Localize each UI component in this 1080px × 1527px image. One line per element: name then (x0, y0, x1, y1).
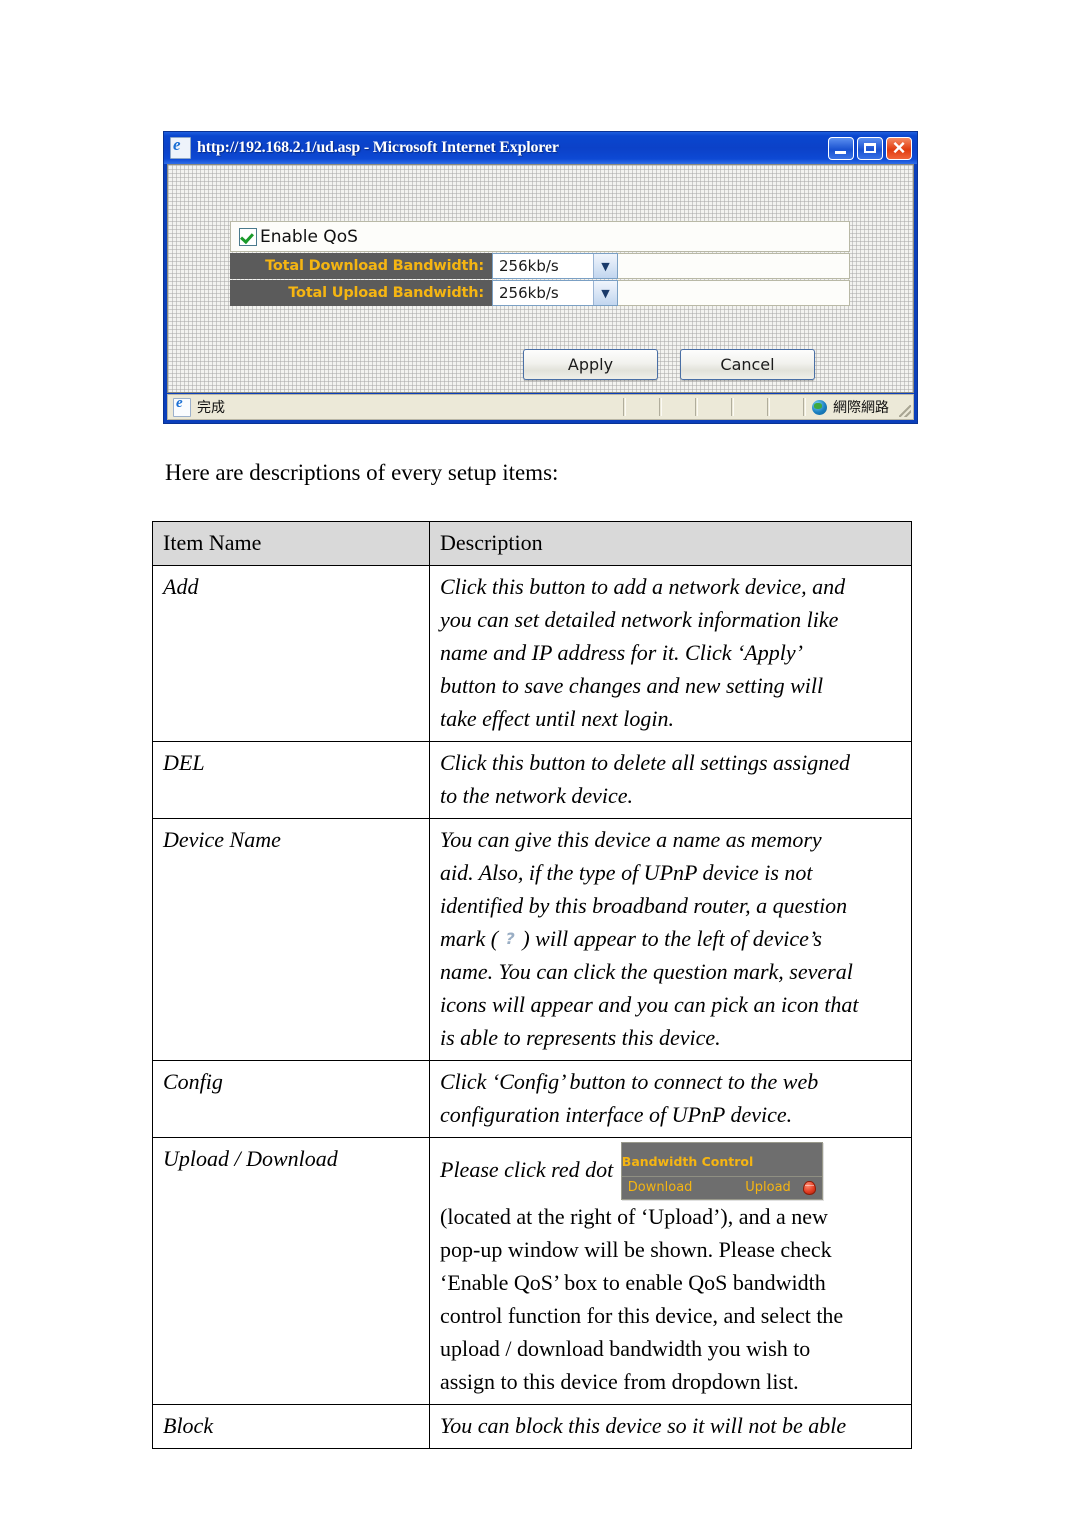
item-name-cell: Block (152, 1404, 430, 1449)
intro-paragraph: Here are descriptions of every setup ite… (165, 460, 559, 485)
desc-line: Click this button to delete all settings… (440, 750, 851, 775)
setup-items-table: Item Name Description Add Click this but… (152, 521, 912, 1449)
column-header-item-name: Item Name (152, 521, 430, 566)
close-button[interactable] (886, 134, 912, 162)
maximize-button[interactable] (857, 136, 883, 160)
desc-line: to the network device. (440, 783, 634, 808)
desc-line: you can set detailed network information… (440, 607, 839, 632)
desc-line: name and IP address for it. Click ‘Apply… (440, 640, 803, 665)
upload-row-filler (618, 280, 850, 306)
total-download-bandwidth-value: 256kb/s (499, 257, 559, 275)
desc-line: You can give this device a name as memor… (440, 827, 822, 852)
desc-line: button to save changes and new setting w… (440, 673, 824, 698)
item-name-cell: Upload / Download (152, 1137, 430, 1405)
description-cell: Click ‘Config’ button to connect to the … (429, 1060, 912, 1138)
desc-line: identified by this broadband router, a q… (440, 893, 848, 918)
question-mark-icon[interactable]: ? (504, 922, 517, 955)
table-row: Block You can block this device so it wi… (152, 1404, 912, 1449)
ie-page-icon (173, 395, 191, 417)
total-download-bandwidth-label: Total Download Bandwidth: (230, 253, 492, 279)
desc-line: Click this button to add a network devic… (440, 574, 846, 599)
window-titlebar[interactable]: http://192.168.2.1/ud.asp - Microsoft In… (164, 132, 917, 164)
table-row: Add Click this button to add a network d… (152, 565, 912, 742)
item-name-cell: DEL (152, 741, 430, 819)
bandwidth-control-widget[interactable]: Bandwidth Control Download Upload (620, 1142, 823, 1200)
item-name-cell: Config (152, 1060, 430, 1138)
chevron-down-icon[interactable]: ▼ (593, 281, 617, 305)
total-upload-bandwidth-select[interactable]: 256kb/s ▼ (492, 280, 618, 306)
desc-line: take effect until next login. (440, 706, 674, 731)
cancel-button[interactable]: Cancel (680, 349, 815, 380)
statusbar-divider (767, 398, 770, 416)
desc-line: ‘Enable QoS’ box to enable QoS bandwidth (440, 1270, 826, 1295)
red-dot-icon[interactable] (802, 1180, 816, 1195)
minimize-button[interactable] (828, 136, 854, 160)
desc-line: (located at the right of ‘Upload’), and … (440, 1204, 828, 1229)
window-controls (828, 134, 914, 162)
total-download-bandwidth-select[interactable]: 256kb/s ▼ (492, 253, 618, 279)
description-cell: Click this button to delete all settings… (429, 741, 912, 819)
resize-grip[interactable] (895, 395, 913, 419)
description-cell: You can block this device so it will not… (429, 1404, 912, 1449)
desc-line: upload / download bandwidth you wish to (440, 1336, 811, 1361)
bandwidth-control-title: Bandwidth Control (621, 1154, 754, 1169)
bandwidth-control-body: Download Upload (621, 1176, 822, 1199)
table-row: Config Click ‘Config’ button to connect … (152, 1060, 912, 1138)
total-upload-bandwidth-value: 256kb/s (499, 284, 559, 302)
description-cell: You can give this device a name as memor… (429, 818, 912, 1061)
upload-link[interactable]: Upload (745, 1180, 791, 1195)
desc-lead-text: Please click red dot (440, 1157, 614, 1182)
statusbar-zone[interactable]: 網際網路 (806, 397, 895, 417)
desc-line: is able to represents this device. (440, 1025, 721, 1050)
form-actions: Apply Cancel (523, 349, 815, 380)
desc-line-with-qmark: mark ( ? ) will appear to the left of de… (440, 926, 822, 951)
description-cell: Please click red dot Bandwidth Control D… (429, 1137, 912, 1405)
desc-line: assign to this device from dropdown list… (440, 1369, 799, 1394)
desc-line: aid. Also, if the type of UPnP device is… (440, 860, 813, 885)
ie-page-icon (170, 135, 191, 159)
desc-line: icons will appear and you can pick an ic… (440, 992, 859, 1017)
item-name-cell: Add (152, 565, 430, 742)
chevron-down-icon[interactable]: ▼ (593, 254, 617, 278)
enable-qos-checkbox[interactable] (239, 227, 257, 246)
column-header-description: Description (429, 521, 912, 566)
browser-content-area: Enable QoS Total Download Bandwidth: 256… (167, 164, 914, 393)
table-header-row: Item Name Description (152, 521, 912, 566)
desc-line: Click ‘Config’ button to connect to the … (440, 1069, 819, 1094)
desc-text-before-qmark: mark ( (440, 926, 504, 951)
statusbar-divider (731, 398, 734, 416)
window-title: http://192.168.2.1/ud.asp - Microsoft In… (197, 139, 559, 156)
item-name-cell: Device Name (152, 818, 430, 1061)
table-row: DEL Click this button to delete all sett… (152, 741, 912, 819)
desc-text-after-qmark: ) will appear to the left of device’s (516, 926, 822, 951)
statusbar-divider (659, 398, 662, 416)
desc-line: pop-up window will be shown. Please chec… (440, 1237, 832, 1262)
download-link[interactable]: Download (628, 1180, 693, 1195)
description-cell: Click this button to add a network devic… (429, 565, 912, 742)
total-upload-bandwidth-label: Total Upload Bandwidth: (230, 280, 492, 306)
total-upload-bandwidth-row: Total Upload Bandwidth: 256kb/s ▼ (230, 280, 850, 306)
statusbar-zone-text: 網際網路 (833, 400, 889, 416)
desc-line: control function for this device, and se… (440, 1303, 844, 1328)
desc-line: name. You can click the question mark, s… (440, 959, 853, 984)
qos-settings-panel: Enable QoS Total Download Bandwidth: 256… (230, 221, 850, 306)
browser-statusbar: 完成 網際網路 (167, 394, 914, 420)
desc-line: configuration interface of UPnP device. (440, 1102, 793, 1127)
enable-qos-row[interactable]: Enable QoS (230, 221, 850, 252)
desc-line: You can block this device so it will not… (440, 1413, 847, 1438)
statusbar-divider (695, 398, 698, 416)
desc-line-with-widget: Please click red dot Bandwidth Control D… (440, 1142, 825, 1200)
table-row: Device Name You can give this device a n… (152, 818, 912, 1061)
table-row: Upload / Download Please click red dot B… (152, 1137, 912, 1405)
statusbar-status-text: 完成 (197, 400, 225, 416)
apply-button[interactable]: Apply (523, 349, 658, 380)
statusbar-status: 完成 (168, 395, 225, 417)
total-download-bandwidth-row: Total Download Bandwidth: 256kb/s ▼ (230, 253, 850, 279)
globe-icon (812, 399, 827, 415)
enable-qos-label: Enable QoS (260, 226, 358, 247)
browser-window: http://192.168.2.1/ud.asp - Microsoft In… (163, 131, 918, 424)
statusbar-divider (623, 398, 626, 416)
download-row-filler (618, 253, 850, 279)
